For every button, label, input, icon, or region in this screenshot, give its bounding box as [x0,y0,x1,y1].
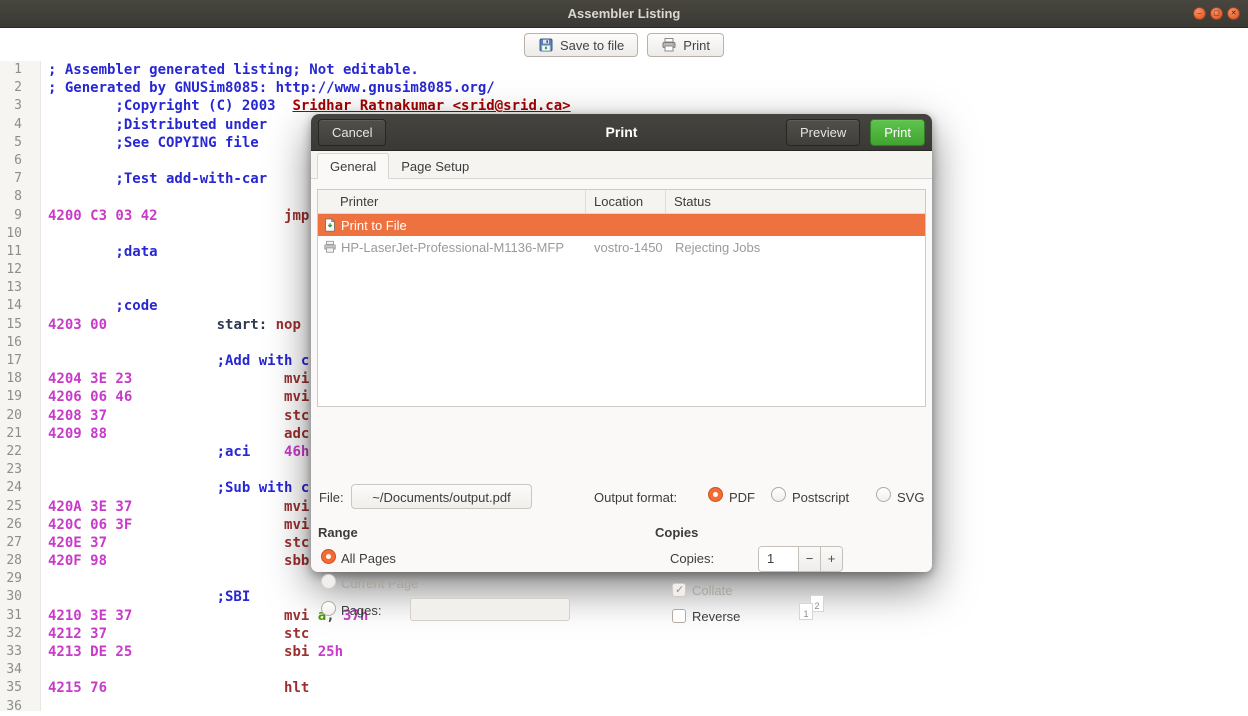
listing-line: 36 [0,698,1248,716]
printer-icon [323,240,337,254]
printer-location: vostro-1450 [586,240,666,255]
output-file-button[interactable]: ~/Documents/output.pdf [351,484,532,509]
radio-svg[interactable] [876,487,891,502]
window-titlebar: Assembler Listing – ▢ ✕ [0,0,1248,28]
listing-line: 334213 DE 25 sbi 25h [0,643,1248,661]
output-format-label: Output format: [594,490,677,505]
print-confirm-button[interactable]: Print [870,119,925,146]
close-button[interactable]: ✕ [1227,7,1240,20]
radio-pages-label[interactable]: Pages: [341,603,381,618]
radio-svg-label[interactable]: SVG [897,490,924,505]
listing-line: 314210 3E 37 mvi a, 37h [0,607,1248,625]
radio-postscript[interactable] [771,487,786,502]
listing-line: 354215 76 hlt [0,679,1248,697]
collate-label: Collate [692,583,732,598]
printer-list: Printer Location Status Print to File [317,189,926,407]
listing-line: 324212 37 stc [0,625,1248,643]
listing-line: 29 [0,570,1248,588]
listing-line: 3 ;Copyright (C) 2003 Sridhar Ratnakumar… [0,97,1248,115]
print-dialog-headerbar: Print Cancel Preview Print [311,114,932,151]
radio-postscript-label[interactable]: Postscript [792,490,849,505]
radio-current-page [321,574,336,589]
maximize-button[interactable]: ▢ [1210,7,1223,20]
range-section-title: Range [318,525,358,540]
print-toolbar-label: Print [683,38,710,53]
print-dialog-tabs: General Page Setup [311,151,932,179]
window-controls: – ▢ ✕ [1193,7,1240,20]
save-icon [538,37,554,53]
copies-decrement-button[interactable]: − [799,547,821,571]
reverse-label[interactable]: Reverse [692,609,740,624]
copies-label: Copies: [670,551,714,566]
radio-all-pages[interactable] [321,549,336,564]
radio-pdf[interactable] [708,487,723,502]
pages-range-input[interactable] [410,598,570,621]
print-to-file-icon [323,218,337,232]
listing-line: 30 ;SBI [0,588,1248,606]
radio-pages[interactable] [321,601,336,616]
radio-pdf-label[interactable]: PDF [729,490,755,505]
copies-value[interactable]: 1 [759,547,799,571]
printer-row-print-to-file[interactable]: Print to File [318,214,925,236]
save-to-file-button[interactable]: Save to file [524,33,638,57]
cancel-button[interactable]: Cancel [318,119,386,146]
collate-preview-page-1: 1 [799,603,813,620]
collate-checkbox [672,583,686,597]
copies-section-title: Copies [655,525,698,540]
printer-list-header: Printer Location Status [318,190,925,214]
file-label: File: [319,490,344,505]
reverse-checkbox[interactable] [672,609,686,623]
column-printer[interactable]: Printer [318,190,586,213]
print-dialog-body: Printer Location Status Print to File [311,179,932,572]
column-location[interactable]: Location [586,190,666,213]
preview-button[interactable]: Preview [786,119,860,146]
tab-general[interactable]: General [317,153,389,179]
window-title: Assembler Listing [0,0,1248,27]
tab-page-setup[interactable]: Page Setup [389,154,481,178]
save-to-file-label: Save to file [560,38,624,53]
minimize-button[interactable]: – [1193,7,1206,20]
column-status[interactable]: Status [666,190,925,213]
print-dialog: Print Cancel Preview Print General Page … [311,114,932,572]
printer-row-hp-laserjet[interactable]: HP-LaserJet-Professional-M1136-MFP vostr… [318,236,925,258]
listing-line: 1; Assembler generated listing; Not edit… [0,61,1248,79]
printer-icon [661,37,677,53]
copies-increment-button[interactable]: + [821,547,842,571]
printer-name: HP-LaserJet-Professional-M1136-MFP [341,240,564,255]
radio-all-pages-label[interactable]: All Pages [341,551,396,566]
radio-current-page-label: Current Page [341,576,418,591]
printer-name: Print to File [341,218,407,233]
printer-status: Rejecting Jobs [666,240,925,255]
toolbar: Save to file Print [0,33,1248,57]
print-toolbar-button[interactable]: Print [647,33,724,57]
listing-line: 2; Generated by GNUSim8085: http://www.g… [0,79,1248,97]
listing-line: 34 [0,661,1248,679]
copies-spinner: 1 − + [758,546,843,572]
